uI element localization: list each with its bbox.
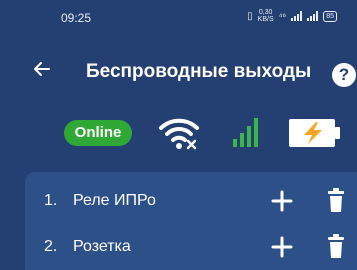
output-label: Реле ИПРо [73,192,156,209]
arrow-left-icon[interactable] [33,60,51,78]
battery-status: 85 [323,10,337,22]
output-index: 1. [44,192,58,209]
signal-bars-icon [233,118,258,147]
network-type: ⁴⁶ [278,11,287,21]
status-indicators: Online [0,115,357,155]
outputs-list: 1. Реле ИПРо 2. Розетка [25,172,357,270]
page-title: Беспроводные выходы [86,61,312,82]
online-status-badge: Online [64,120,132,146]
output-index: 2. [44,238,58,255]
output-label: Розетка [73,238,131,255]
network-speed-unit: KB/S [257,16,274,23]
cell-signal-2-icon [307,11,319,21]
list-item[interactable]: 2. Розетка [25,228,357,268]
battery-charging-icon [289,119,340,147]
app-bar: Беспроводные выходы ? [0,52,357,96]
network-speed-value: 0,30 [258,9,273,16]
status-time: 09:25 [61,11,92,25]
trash-icon[interactable] [328,188,344,212]
plus-icon[interactable] [271,236,293,258]
status-icons: ▯ 0,30 KB/S ⁴⁶ 85 [247,9,337,23]
help-icon[interactable]: ? [332,63,356,87]
status-bar: 09:25 ▯ 0,30 KB/S ⁴⁶ 85 [0,0,357,40]
plus-icon[interactable] [271,190,293,212]
list-item[interactable]: 1. Реле ИПРо [25,182,357,222]
cell-signal-icon [291,11,303,21]
wifi-disconnected-icon [159,118,199,150]
vibrate-icon: ▯ [247,10,253,22]
network-speed: 0,30 KB/S [258,9,274,23]
trash-icon[interactable] [328,234,344,258]
